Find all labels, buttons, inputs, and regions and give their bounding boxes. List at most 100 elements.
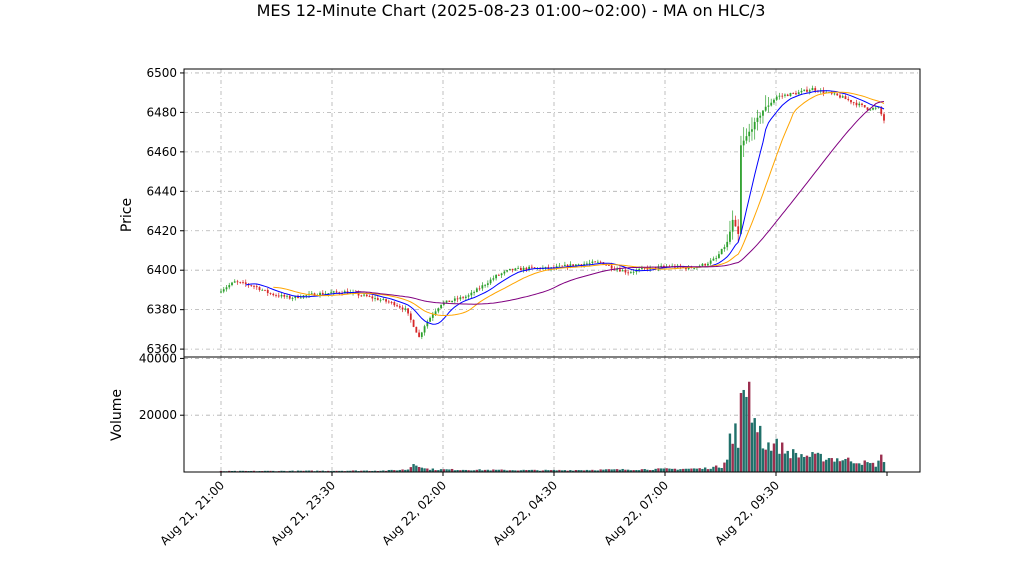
volume-bar xyxy=(714,465,718,472)
candle-body xyxy=(869,109,872,111)
price-tick-label: 6380 xyxy=(146,303,177,317)
candle-body xyxy=(718,254,720,258)
candle-body xyxy=(742,140,745,146)
candle-body xyxy=(561,265,564,267)
volume-bar xyxy=(841,460,844,472)
candle-body xyxy=(332,291,335,293)
candle-body xyxy=(423,326,426,333)
volume-bar xyxy=(880,454,883,472)
candle-body xyxy=(530,266,533,268)
candle-body xyxy=(376,298,379,301)
volume-bar xyxy=(847,457,850,472)
candle-body xyxy=(704,263,707,266)
volume-bar xyxy=(836,458,839,472)
candle-body xyxy=(398,306,401,308)
volume-bar xyxy=(731,443,734,472)
volume-bar xyxy=(764,449,767,472)
candle-body xyxy=(453,298,456,301)
volume-bar xyxy=(803,457,806,472)
candle-body xyxy=(266,289,269,294)
candle-body xyxy=(594,261,597,263)
candle-body xyxy=(544,266,547,268)
candle-body xyxy=(233,281,236,283)
candle-body xyxy=(833,93,836,95)
volume-bar xyxy=(863,460,866,472)
candle-body xyxy=(775,96,778,100)
volume-bar xyxy=(409,467,413,472)
candle-body xyxy=(610,265,613,269)
volume-bar xyxy=(431,468,435,472)
volume-bar xyxy=(662,468,666,472)
volume-bar xyxy=(822,461,825,472)
candle-body xyxy=(239,282,242,283)
candle-body xyxy=(707,263,709,266)
volume-bar xyxy=(800,454,803,472)
candle-body xyxy=(321,292,324,295)
volume-bar xyxy=(770,450,773,472)
candle-body xyxy=(814,88,817,91)
candle-body xyxy=(866,107,869,110)
price-tick-label: 6420 xyxy=(146,224,177,238)
candle-body xyxy=(701,263,704,266)
candle-body xyxy=(497,274,500,276)
volume-bar xyxy=(753,418,756,472)
candle-body xyxy=(715,257,718,259)
volume-bar xyxy=(849,461,853,472)
volume-tick-label: 40000 xyxy=(139,351,177,365)
volume-bar xyxy=(412,464,415,472)
candle-body xyxy=(261,289,264,291)
candle-body xyxy=(374,298,376,299)
candle-body xyxy=(767,105,770,107)
candle-body xyxy=(789,93,792,97)
candle-body xyxy=(236,281,239,283)
candle-body xyxy=(478,288,481,290)
volume-bar xyxy=(830,458,833,472)
candle-body xyxy=(855,102,858,106)
volume-bar xyxy=(420,467,424,472)
candle-body xyxy=(486,283,489,285)
candle-body xyxy=(473,292,475,293)
candle-body xyxy=(773,99,775,103)
candle-body xyxy=(371,296,374,299)
candle-body xyxy=(808,90,811,92)
candle-body xyxy=(883,114,885,121)
volume-bar xyxy=(739,393,743,472)
volume-panel-frame xyxy=(183,356,921,473)
candle-body xyxy=(222,289,225,292)
volume-bar xyxy=(775,438,778,472)
candle-body xyxy=(792,93,795,94)
price-panel xyxy=(184,69,920,357)
volume-bar xyxy=(767,442,770,472)
candle-body xyxy=(277,295,280,297)
candle-body xyxy=(726,241,729,248)
candle-body xyxy=(272,293,275,296)
volume-bar xyxy=(860,464,864,472)
volume-bar xyxy=(761,448,765,472)
candle-body xyxy=(445,300,448,303)
volume-bar xyxy=(423,468,426,472)
candle-body xyxy=(803,89,806,91)
volume-bar xyxy=(725,459,729,472)
candle-body xyxy=(533,267,536,269)
volume-bar xyxy=(792,449,795,472)
candle-body xyxy=(591,261,594,263)
volume-bar xyxy=(808,456,811,472)
candle-body xyxy=(731,219,734,232)
candle-body xyxy=(734,219,737,227)
volume-axis-label: Volume xyxy=(109,389,125,441)
volume-bar xyxy=(852,463,855,472)
x-tick-label: Aug 22, 04:30 xyxy=(490,478,560,548)
candle-body xyxy=(228,285,231,288)
candle-body xyxy=(709,260,712,264)
volume-bar xyxy=(858,463,861,472)
volume-bar xyxy=(877,460,880,472)
candle-body xyxy=(244,282,247,285)
candle-body xyxy=(630,272,632,273)
candle-body xyxy=(464,296,467,298)
chart-title: MES 12-Minute Chart (2025-08-23 01:00~02… xyxy=(257,1,766,20)
volume-bar xyxy=(745,396,748,472)
volume-bar xyxy=(819,453,822,472)
price-axis-label: Price xyxy=(119,198,135,232)
volume-bar xyxy=(698,468,701,472)
candle-body xyxy=(563,264,566,266)
